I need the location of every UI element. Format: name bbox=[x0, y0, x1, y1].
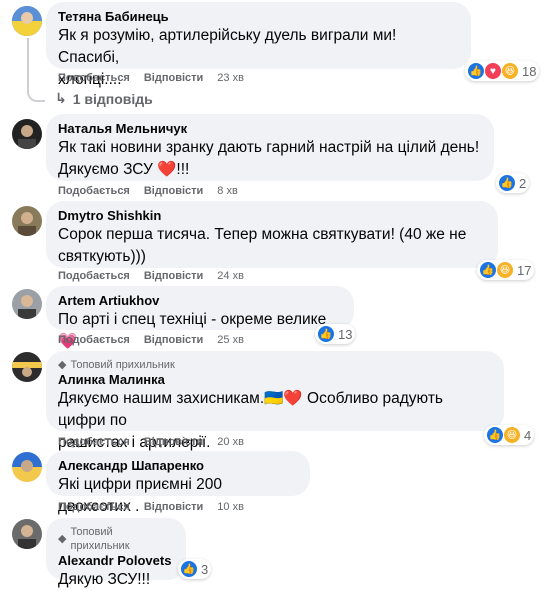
comment-time[interactable]: 10 хв bbox=[217, 501, 244, 513]
comment-time[interactable]: 24 хв bbox=[217, 270, 244, 282]
comment-author[interactable]: Наталья Мельничук bbox=[58, 121, 482, 137]
comment-bubble: Тетяна Бабинець Як я розумію, артилерійс… bbox=[46, 2, 471, 88]
avatar-image-icon bbox=[12, 352, 42, 382]
reaction-summary[interactable]: 👍 😆 17 bbox=[477, 260, 535, 280]
reaction-summary[interactable]: 👍 ♥ 😆 18 bbox=[465, 61, 540, 81]
avatar-image-icon bbox=[12, 519, 42, 549]
top-fan-badge: ◆ Топовий прихильник bbox=[58, 358, 492, 372]
like-button[interactable]: Подобається bbox=[58, 185, 130, 197]
avatar[interactable] bbox=[12, 352, 42, 382]
avatar[interactable] bbox=[12, 119, 42, 149]
haha-reaction-icon: 😆 bbox=[496, 261, 514, 279]
reply-button[interactable]: Відповісти bbox=[144, 436, 203, 448]
avatar-image-icon bbox=[12, 289, 42, 319]
comment-author[interactable]: Алинка Малинка bbox=[58, 372, 492, 388]
reaction-count: 4 bbox=[524, 427, 532, 443]
avatar-image-icon bbox=[12, 452, 42, 482]
comment-bubble: Наталья Мельничук Як такі новини зранку … bbox=[46, 114, 494, 181]
comment-text: Дякую ЗСУ!!! bbox=[58, 571, 151, 588]
like-button[interactable]: Подобається bbox=[58, 436, 130, 448]
reaction-summary[interactable]: 👍 😆 4 bbox=[484, 425, 535, 445]
comment-actions: Подобається Відповісти 24 хв bbox=[58, 270, 244, 282]
reply-button[interactable]: Відповісти bbox=[144, 334, 203, 346]
avatar-image-icon bbox=[12, 119, 42, 149]
comment-time[interactable]: 8 хв bbox=[217, 185, 238, 197]
reaction-count: 17 bbox=[517, 262, 532, 278]
reaction-summary[interactable]: 👍 3 bbox=[178, 559, 212, 579]
love-reaction-icon: ♥ bbox=[484, 62, 502, 80]
comment-time[interactable]: 25 хв bbox=[217, 334, 244, 346]
diamond-icon: ◆ bbox=[58, 533, 67, 545]
view-replies-link[interactable]: ↳ 1 відповідь bbox=[55, 90, 153, 107]
reply-button[interactable]: Відповісти bbox=[144, 185, 203, 197]
comment-text: Як такі новини зранку дають гарний настр… bbox=[58, 139, 480, 178]
comment-time[interactable]: 20 хв bbox=[217, 436, 244, 448]
comment-time[interactable]: 23 хв bbox=[217, 72, 244, 84]
comment-bubble: ◆ Топовий прихильник Алинка Малинка Дякує… bbox=[46, 351, 504, 451]
comment-author[interactable]: Тетяна Бабинець bbox=[58, 9, 459, 25]
comment-author[interactable]: Artem Artiukhov bbox=[58, 293, 342, 309]
comment-author[interactable]: Dmytro Shishkin bbox=[58, 208, 486, 224]
comment-author[interactable]: Alexandr Polovets bbox=[58, 553, 174, 569]
badge-label: Топовий прихильник bbox=[70, 359, 175, 371]
comment-actions: Подобається Відповісти 10 хв bbox=[58, 501, 244, 513]
reaction-count: 2 bbox=[519, 175, 527, 191]
comment-bubble: ◆ Топовий прихильник Alexandr Polovets Дя… bbox=[46, 518, 186, 588]
comment-actions: Подобається Відповісти 25 хв bbox=[58, 334, 244, 346]
reaction-count: 18 bbox=[522, 63, 537, 79]
reply-button[interactable]: Відповісти bbox=[144, 270, 203, 282]
replies-count: 1 відповідь bbox=[72, 90, 153, 107]
reply-arrow-icon: ↳ bbox=[55, 90, 67, 106]
like-reaction-icon: 👍 bbox=[479, 261, 497, 279]
top-fan-badge: ◆ Топовий прихильник bbox=[58, 525, 174, 553]
reply-button[interactable]: Відповісти bbox=[144, 501, 203, 513]
like-reaction-icon: 👍 bbox=[317, 325, 335, 343]
avatar[interactable] bbox=[12, 289, 42, 319]
comment-actions: Подобається Відповісти 23 хв bbox=[58, 72, 244, 84]
thread-line bbox=[27, 38, 45, 102]
comment-text: Сорок перша тисяча. Тепер можна святкува… bbox=[58, 226, 467, 265]
comment-bubble: Artem Artiukhov По арті і спец техніці -… bbox=[46, 286, 354, 350]
comment-bubble: Dmytro Shishkin Сорок перша тисяча. Тепе… bbox=[46, 201, 498, 268]
reaction-count: 3 bbox=[201, 561, 209, 577]
comment-bubble: Александр Шапаренко Які цифри приємні 20… bbox=[46, 451, 310, 515]
comment-author[interactable]: Александр Шапаренко bbox=[58, 458, 298, 474]
haha-reaction-icon: 😆 bbox=[503, 426, 521, 444]
avatar[interactable] bbox=[12, 452, 42, 482]
comment-text: По арті і спец техніці - окреме велике 💗 bbox=[58, 311, 327, 350]
haha-reaction-icon: 😆 bbox=[501, 62, 519, 80]
reply-button[interactable]: Відповісти bbox=[144, 72, 203, 84]
avatar[interactable] bbox=[12, 519, 42, 549]
avatar-image-icon bbox=[12, 6, 42, 36]
diamond-icon: ◆ bbox=[58, 359, 67, 371]
badge-label: Топовий прихильник bbox=[70, 526, 130, 552]
like-reaction-icon: 👍 bbox=[180, 560, 198, 578]
comment-actions: Подобається Відповісти 20 хв bbox=[58, 436, 244, 448]
like-button[interactable]: Подобається bbox=[58, 72, 130, 84]
reaction-summary[interactable]: 👍 2 bbox=[496, 173, 530, 193]
like-reaction-icon: 👍 bbox=[467, 62, 485, 80]
like-reaction-icon: 👍 bbox=[486, 426, 504, 444]
like-button[interactable]: Подобається bbox=[58, 334, 130, 346]
avatar[interactable] bbox=[12, 6, 42, 36]
like-button[interactable]: Подобається bbox=[58, 270, 130, 282]
like-reaction-icon: 👍 bbox=[498, 174, 516, 192]
reaction-summary[interactable]: 👍 13 bbox=[315, 324, 356, 344]
reaction-count: 13 bbox=[338, 326, 353, 342]
comment-actions: Подобається Відповісти 8 хв bbox=[58, 185, 238, 197]
avatar-image-icon bbox=[12, 206, 42, 236]
like-button[interactable]: Подобається bbox=[58, 501, 130, 513]
avatar[interactable] bbox=[12, 206, 42, 236]
